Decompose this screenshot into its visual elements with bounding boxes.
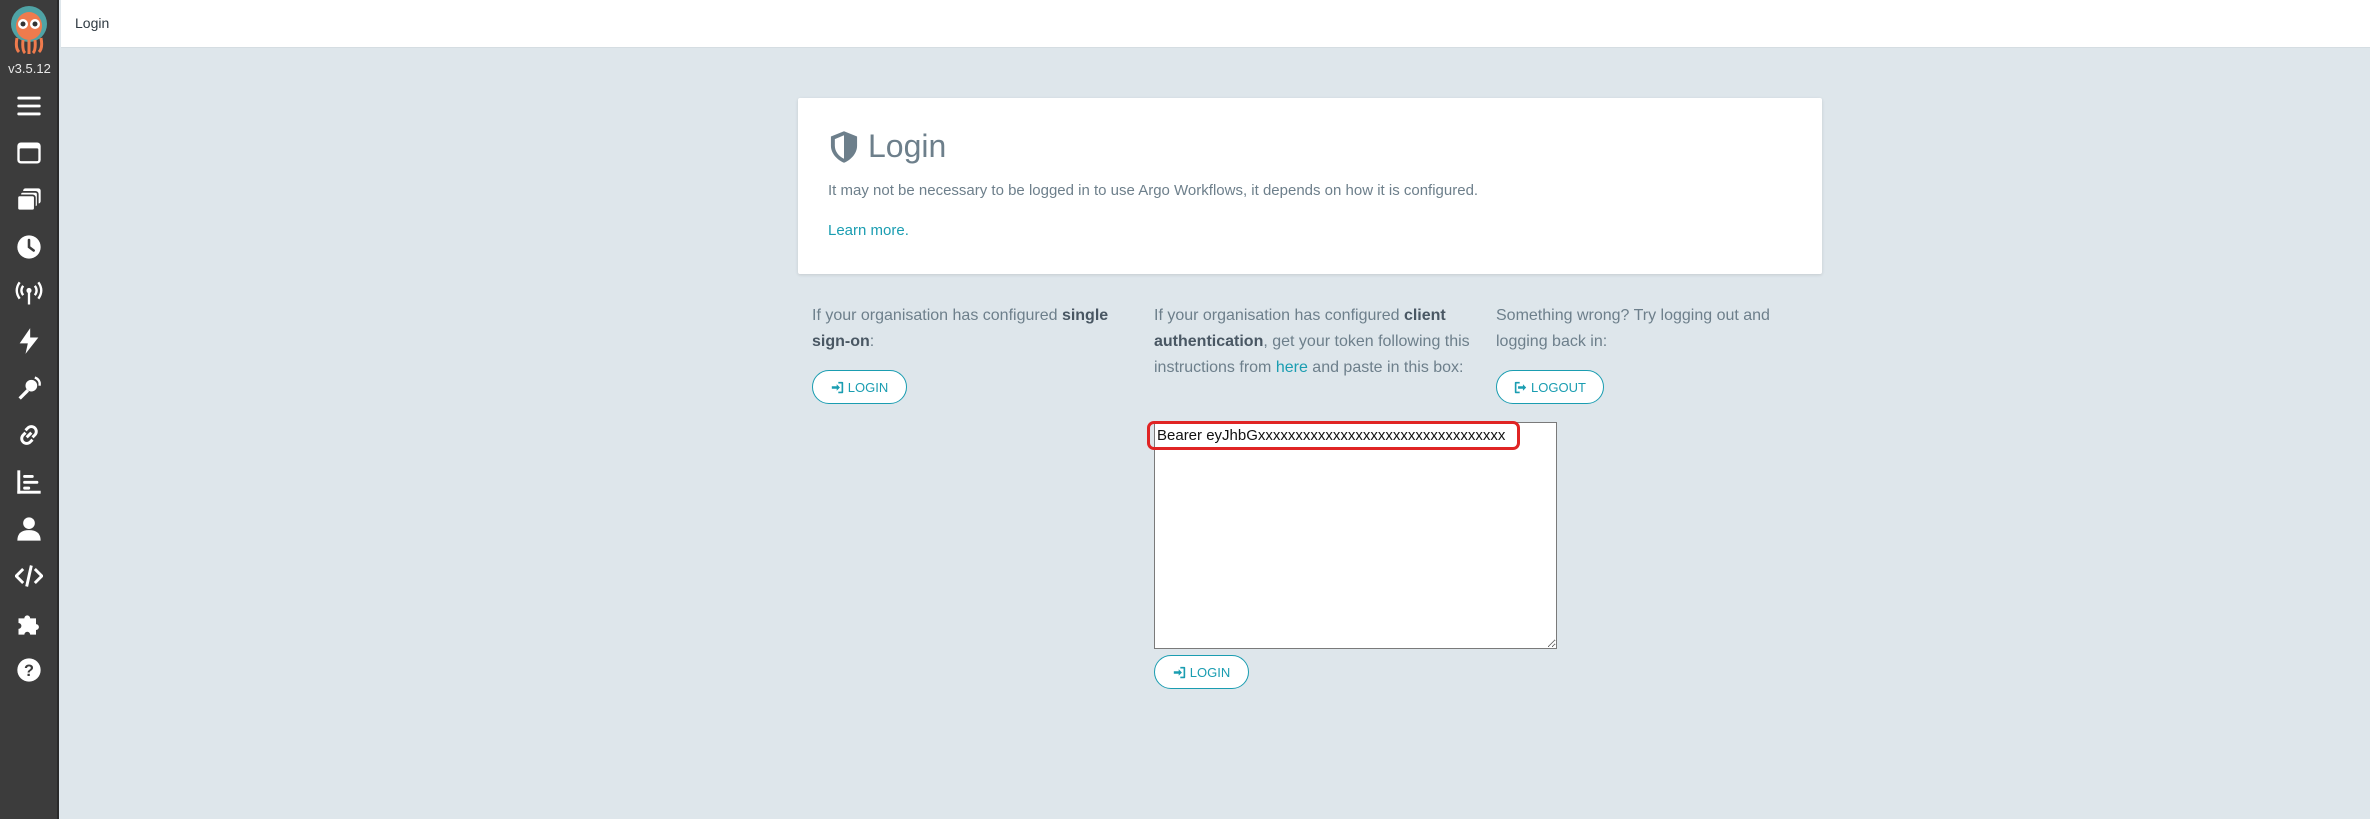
instructions-link[interactable]: here <box>1276 359 1308 376</box>
event-sources-icon[interactable] <box>12 277 46 311</box>
token-value: Bearer eyJhbGxxxxxxxxxxxxxxxxxxxxxxxxxxx… <box>1157 427 1506 444</box>
sign-in-icon <box>831 381 843 393</box>
sign-in-icon <box>1173 666 1185 678</box>
token-login-button[interactable]: LOGIN <box>1154 655 1249 689</box>
logout-section: Something wrong? Try logging out and log… <box>1496 303 1806 355</box>
sso-section: If your organisation has configured sing… <box>812 303 1132 355</box>
login-card: Login It may not be necessary to be logg… <box>798 98 1822 274</box>
client-auth-text-after: and paste in this box: <box>1307 359 1464 376</box>
workflows-icon[interactable] <box>12 136 46 170</box>
logout-label: LOGOUT <box>1531 379 1586 395</box>
user-icon[interactable] <box>12 512 46 546</box>
token-textarea[interactable] <box>1154 422 1557 649</box>
login-heading: Login <box>868 128 947 164</box>
help-icon[interactable]: ? <box>12 653 46 687</box>
api-docs-icon[interactable] <box>12 559 46 593</box>
sso-text-before: If your organisation has configured <box>812 307 1062 324</box>
app-version: v3.5.12 <box>8 61 51 76</box>
sso-login-label: LOGIN <box>847 379 889 395</box>
logout-button[interactable]: LOGOUT <box>1496 370 1604 404</box>
hamburger-menu-icon[interactable] <box>12 89 46 123</box>
argo-logo[interactable] <box>7 4 51 55</box>
event-flow-icon[interactable] <box>12 371 46 405</box>
sidebar: v3.5.12 ? <box>0 0 59 819</box>
learn-more-link[interactable]: Learn more. <box>828 222 909 239</box>
sso-text-after: : <box>869 333 875 350</box>
page-title: Login <box>75 15 110 31</box>
login-description: It may not be necessary to be logged in … <box>828 182 1479 199</box>
logout-text: Something wrong? Try logging out and log… <box>1496 307 1770 350</box>
reports-icon[interactable] <box>12 465 46 499</box>
sign-out-icon <box>1514 381 1527 393</box>
svg-text:?: ? <box>24 662 34 680</box>
top-bar: Login <box>61 0 2370 48</box>
login-card-title: Login <box>828 128 946 165</box>
sso-login-button[interactable]: LOGIN <box>812 370 907 404</box>
token-login-label: LOGIN <box>1189 664 1231 680</box>
client-auth-section: If your organisation has configured clie… <box>1154 303 1484 381</box>
sensors-icon[interactable] <box>12 324 46 358</box>
client-auth-text-before: If your organisation has configured <box>1154 307 1404 324</box>
link-icon[interactable] <box>12 418 46 452</box>
plugins-icon[interactable] <box>12 606 46 640</box>
shield-icon <box>830 130 858 163</box>
workflow-templates-icon[interactable] <box>12 183 46 217</box>
cron-workflows-icon[interactable] <box>12 230 46 264</box>
